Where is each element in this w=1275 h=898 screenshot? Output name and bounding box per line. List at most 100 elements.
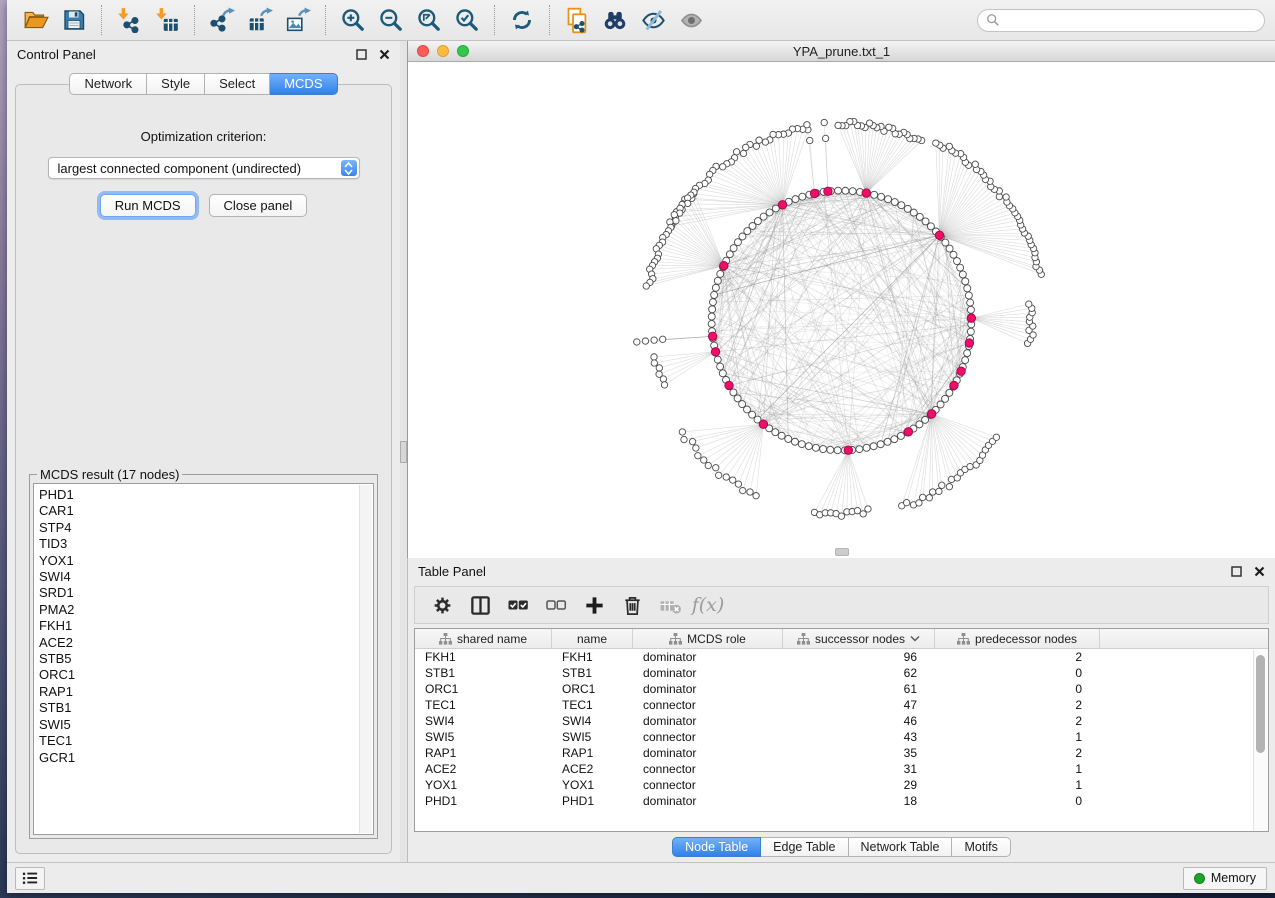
mcds-result-item[interactable]: FKH1: [39, 618, 373, 634]
close-window-icon[interactable]: [417, 45, 429, 57]
cell-shared-name: YOX1: [415, 778, 552, 792]
memory-button[interactable]: Memory: [1183, 867, 1267, 890]
table-scrollbar[interactable]: [1253, 650, 1268, 831]
table-row[interactable]: STB1 STB1 dominator 62 0: [415, 665, 1268, 681]
tab-edge-table[interactable]: Edge Table: [761, 837, 848, 857]
cell-successor-nodes: 29: [783, 778, 935, 792]
table-row[interactable]: ORC1 ORC1 dominator 61 0: [415, 681, 1268, 697]
mcds-result-item[interactable]: SWI5: [39, 717, 373, 733]
status-bar: Memory: [7, 862, 1275, 893]
mcds-result-item[interactable]: RAP1: [39, 684, 373, 700]
mcds-result-item[interactable]: PMA2: [39, 602, 373, 618]
export-image-button[interactable]: [279, 4, 317, 36]
select-all-button[interactable]: [499, 590, 537, 620]
optimization-criterion-select[interactable]: largest connected component (undirected): [48, 157, 360, 179]
import-table-button[interactable]: [148, 4, 186, 36]
mcds-result-item[interactable]: SWI4: [39, 569, 373, 585]
tab-network-table[interactable]: Network Table: [849, 837, 953, 857]
tab-node-table[interactable]: Node Table: [672, 837, 761, 857]
table-row[interactable]: RAP1 RAP1 dominator 35 2: [415, 745, 1268, 761]
zoom-fit-button[interactable]: [410, 4, 448, 36]
table-row[interactable]: SWI5 SWI5 connector 43 1: [415, 729, 1268, 745]
clone-network-icon: [564, 7, 591, 34]
close-panel-icon[interactable]: [379, 49, 390, 60]
run-mcds-button[interactable]: Run MCDS: [100, 194, 196, 217]
mcds-result-item[interactable]: STP4: [39, 520, 373, 536]
column-header-mcds-role[interactable]: MCDS role: [633, 629, 783, 648]
network-graph[interactable]: [408, 62, 1275, 558]
table-scrollbar-thumb[interactable]: [1256, 655, 1265, 753]
refresh-button[interactable]: [503, 4, 541, 36]
task-history-button[interactable]: [15, 867, 45, 890]
network-window-titlebar[interactable]: YPA_prune.txt_1: [408, 41, 1275, 62]
float-window-icon[interactable]: [1231, 566, 1242, 577]
mcds-result-item[interactable]: STB5: [39, 651, 373, 667]
column-header-predecessor-nodes[interactable]: predecessor nodes: [935, 629, 1100, 648]
mcds-result-item[interactable]: GCR1: [39, 750, 373, 766]
close-panel-icon[interactable]: [1254, 566, 1265, 577]
tab-mcds[interactable]: MCDS: [270, 73, 337, 95]
mcds-result-item[interactable]: ORC1: [39, 667, 373, 683]
mcds-result-item[interactable]: TID3: [39, 536, 373, 552]
tab-select[interactable]: Select: [205, 73, 270, 95]
cell-mcds-role: dominator: [633, 682, 783, 696]
show-column-panel-button[interactable]: [461, 590, 499, 620]
delete-table-button[interactable]: [651, 590, 689, 620]
cell-name: RAP1: [552, 746, 633, 760]
export-table-button[interactable]: [241, 4, 279, 36]
mcds-result-item[interactable]: TEC1: [39, 733, 373, 749]
search-input[interactable]: [1005, 13, 1260, 27]
splitter-grip[interactable]: [400, 441, 407, 463]
import-network-button[interactable]: [110, 4, 148, 36]
table-row[interactable]: YOX1 YOX1 connector 29 1: [415, 777, 1268, 793]
search-field[interactable]: [977, 9, 1265, 32]
main-area: Control Panel Network Style Select MCDS …: [7, 41, 1275, 862]
column-header-shared-name[interactable]: shared name: [415, 629, 552, 648]
table-settings-button[interactable]: [423, 590, 461, 620]
cell-successor-nodes: 46: [783, 714, 935, 728]
clone-network-button[interactable]: [558, 4, 596, 36]
open-session-button[interactable]: [17, 4, 55, 36]
function-builder-button[interactable]: f(x): [689, 590, 727, 620]
tab-network[interactable]: Network: [69, 73, 147, 95]
mcds-result-item[interactable]: PHD1: [39, 487, 373, 503]
float-window-icon[interactable]: [356, 49, 367, 60]
close-panel-button[interactable]: Close panel: [209, 194, 308, 217]
show-hidden-button[interactable]: [672, 4, 710, 36]
add-column-button[interactable]: [575, 590, 613, 620]
mcds-result-item[interactable]: YOX1: [39, 553, 373, 569]
minimize-window-icon[interactable]: [437, 45, 449, 57]
zoom-selected-button[interactable]: [448, 4, 486, 36]
mcds-result-item[interactable]: SRD1: [39, 585, 373, 601]
maximize-window-icon[interactable]: [457, 45, 469, 57]
find-button[interactable]: [596, 4, 634, 36]
network-view[interactable]: [408, 62, 1275, 558]
delete-column-button[interactable]: [613, 590, 651, 620]
shared-column-icon: [797, 633, 810, 645]
mcds-list-scrollbar[interactable]: [359, 485, 372, 833]
column-header-name[interactable]: name: [552, 629, 633, 648]
horizontal-splitter-grip[interactable]: [835, 548, 849, 556]
hide-selected-button[interactable]: [634, 4, 672, 36]
mcds-result-item[interactable]: STB1: [39, 700, 373, 716]
table-body: FKH1 FKH1 dominator 96 2 STB1 STB1 domin…: [415, 649, 1268, 831]
cell-predecessor-nodes: 1: [935, 730, 1100, 744]
table-row[interactable]: FKH1 FKH1 dominator 96 2: [415, 649, 1268, 665]
deselect-all-button[interactable]: [537, 590, 575, 620]
table-row[interactable]: PHD1 PHD1 dominator 18 0: [415, 793, 1268, 809]
table-row[interactable]: ACE2 ACE2 connector 31 1: [415, 761, 1268, 777]
save-session-button[interactable]: [55, 4, 93, 36]
mcds-result-item[interactable]: CAR1: [39, 503, 373, 519]
mcds-result-list[interactable]: PHD1CAR1STP4TID3YOX1SWI4SRD1PMA2FKH1ACE2…: [33, 483, 374, 835]
mcds-result-item[interactable]: ACE2: [39, 635, 373, 651]
tab-style[interactable]: Style: [147, 73, 205, 95]
panel-splitter[interactable]: [400, 41, 407, 862]
fx-icon: f(x): [688, 594, 729, 616]
export-network-button[interactable]: [203, 4, 241, 36]
zoom-out-button[interactable]: [372, 4, 410, 36]
tab-motifs[interactable]: Motifs: [952, 837, 1010, 857]
table-row[interactable]: TEC1 TEC1 connector 47 2: [415, 697, 1268, 713]
table-row[interactable]: SWI4 SWI4 dominator 46 2: [415, 713, 1268, 729]
column-header-successor-nodes[interactable]: successor nodes: [783, 629, 935, 648]
zoom-in-button[interactable]: [334, 4, 372, 36]
